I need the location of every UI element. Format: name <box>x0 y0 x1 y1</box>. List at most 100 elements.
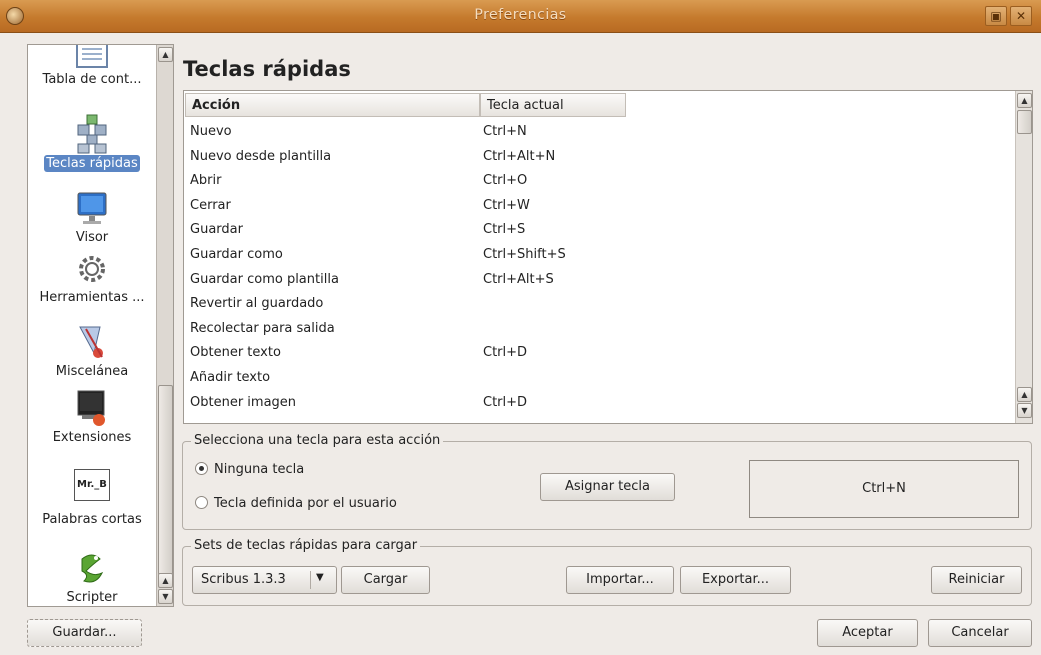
sidebar-item-scripter[interactable]: Scripter <box>28 549 156 606</box>
group-legend: Selecciona una tecla para esta acción <box>191 433 444 448</box>
window-title: Preferencias <box>474 7 567 23</box>
extensions-icon <box>77 390 105 426</box>
sidebar-item-extensions[interactable]: Extensiones <box>28 387 156 446</box>
preferences-sidebar: Tabla de cont... Teclas rápidas Visor He… <box>27 44 174 607</box>
scroll-up-arrow-icon[interactable]: ▲ <box>158 573 173 588</box>
tools-gear-icon <box>79 256 105 282</box>
close-button[interactable]: ✕ <box>1010 6 1032 26</box>
column-header-action[interactable]: Acción <box>185 93 480 117</box>
scroll-down-arrow-icon[interactable]: ▼ <box>158 589 173 604</box>
radio-label: Tecla definida por el usuario <box>214 496 397 511</box>
sidebar-item-label: Herramientas ... <box>39 290 145 305</box>
cancel-button[interactable]: Cancelar <box>928 619 1032 647</box>
shortcut-set-select[interactable]: Scribus 1.3.3 ▼ <box>192 566 337 594</box>
sidebar-scrollbar[interactable]: ▲ ▲ ▼ <box>156 45 173 606</box>
radio-button-unchecked[interactable] <box>195 496 208 509</box>
table-header: Acción Tecla actual <box>184 91 1015 118</box>
sidebar-item-label: Miscelánea <box>55 364 129 379</box>
sidebar-item-label: Palabras cortas <box>42 512 142 527</box>
sidebar-item-display[interactable]: Visor <box>28 189 156 246</box>
import-button[interactable]: Importar... <box>566 566 674 594</box>
action-cell: Guardar como <box>190 246 283 262</box>
export-button[interactable]: Exportar... <box>680 566 791 594</box>
radio-user-defined-key[interactable]: Tecla definida por el usuario <box>195 496 397 511</box>
key-cell: Ctrl+Alt+S <box>483 271 554 287</box>
key-cell: Ctrl+D <box>483 345 528 361</box>
miscellaneous-icon <box>79 326 103 358</box>
maximize-button[interactable]: ▣ <box>985 6 1007 26</box>
table-scrollbar[interactable]: ▲ ▲ ▼ <box>1015 91 1032 423</box>
table-row[interactable]: Cerrar Ctrl+W <box>184 194 1015 219</box>
action-cell: Guardar como plantilla <box>190 271 339 287</box>
action-cell: Nuevo <box>190 124 232 139</box>
sidebar-item-tools[interactable]: Herramientas ... <box>28 249 156 306</box>
current-key-display[interactable]: Ctrl+N <box>749 460 1019 518</box>
sidebar-item-label: Tabla de cont... <box>42 72 142 87</box>
sidebar-item-table-of-contents[interactable]: Tabla de cont... <box>28 45 156 88</box>
action-cell: Obtener texto <box>190 345 281 361</box>
action-cell: Revertir al guardado <box>190 296 324 312</box>
group-legend: Sets de teclas rápidas para cargar <box>191 538 421 553</box>
save-button[interactable]: Guardar... <box>27 619 142 647</box>
reset-button[interactable]: Reiniciar <box>931 566 1022 594</box>
table-row[interactable]: Abrir Ctrl+O <box>184 169 1015 194</box>
load-button[interactable]: Cargar <box>341 566 430 594</box>
scroll-up-arrow-icon[interactable]: ▲ <box>158 47 173 62</box>
keyboard-shortcuts-icon <box>77 114 107 154</box>
key-cell: Ctrl+O <box>483 173 528 189</box>
table-row[interactable]: Añadir texto <box>184 366 1015 391</box>
key-cell: Ctrl+D <box>483 394 528 410</box>
key-cell: Ctrl+S <box>483 222 526 238</box>
accept-button[interactable]: Aceptar <box>817 619 918 647</box>
key-cell: Ctrl+N <box>483 124 527 139</box>
table-row[interactable]: Revertir al guardado <box>184 292 1015 317</box>
divider <box>310 571 311 589</box>
chevron-down-icon: ▼ <box>316 572 324 583</box>
table-row[interactable]: Obtener imagen Ctrl+D <box>184 391 1015 416</box>
table-row[interactable]: Recolectar para salida <box>184 317 1015 342</box>
sidebar-item-label: Visor <box>75 230 109 245</box>
table-row[interactable]: Guardar como plantilla Ctrl+Alt+S <box>184 268 1015 293</box>
scroll-down-arrow-icon[interactable]: ▼ <box>1017 403 1032 418</box>
table-row[interactable]: Nuevo Ctrl+N <box>184 120 1015 145</box>
key-cell: Ctrl+Alt+N <box>483 148 556 164</box>
radio-no-key[interactable]: Ninguna tecla <box>195 462 304 477</box>
sidebar-item-label: Extensiones <box>52 430 132 445</box>
sidebar-item-label: Scripter <box>66 590 118 605</box>
sidebar-item-label: Teclas rápidas <box>44 155 140 172</box>
table-body: Nuevo Ctrl+N Nuevo desde plantilla Ctrl+Al… <box>184 120 1015 415</box>
sidebar-item-keyboard-shortcuts[interactable]: Teclas rápidas <box>28 113 156 172</box>
scroll-up-arrow-icon[interactable]: ▲ <box>1017 93 1032 108</box>
sidebar-scroll-thumb[interactable] <box>158 385 173 575</box>
action-cell: Abrir <box>190 173 222 189</box>
action-cell: Obtener imagen <box>190 394 297 410</box>
select-value: Scribus 1.3.3 <box>201 572 286 587</box>
sidebar-item-miscellaneous[interactable]: Miscelánea <box>28 323 156 380</box>
action-cell: Recolectar para salida <box>190 320 335 336</box>
shortcuts-table[interactable]: Acción Tecla actual Nuevo Ctrl+N Nuevo de… <box>183 90 1033 424</box>
python-scripter-icon <box>81 554 104 583</box>
table-row[interactable]: Guardar Ctrl+S <box>184 218 1015 243</box>
key-cell: Ctrl+W <box>483 197 530 213</box>
action-cell: Nuevo desde plantilla <box>190 148 332 164</box>
sidebar-item-short-words[interactable]: Mr._B Palabras cortas <box>28 469 156 528</box>
radio-button-checked[interactable] <box>195 462 208 475</box>
action-cell: Guardar <box>190 222 243 238</box>
assign-key-button[interactable]: Asignar tecla <box>540 473 675 501</box>
page-title: Teclas rápidas <box>183 57 351 81</box>
column-header-current-key[interactable]: Tecla actual <box>480 93 626 117</box>
table-of-contents-icon <box>76 45 108 68</box>
key-cell: Ctrl+Shift+S <box>483 246 566 262</box>
table-row[interactable]: Nuevo desde plantilla Ctrl+Alt+N <box>184 145 1015 170</box>
title-bar[interactable]: Preferencias ▣ ✕ <box>0 0 1041 33</box>
sidebar-list: Tabla de cont... Teclas rápidas Visor He… <box>28 45 156 606</box>
action-cell: Cerrar <box>190 197 231 213</box>
short-words-icon: Mr._B <box>74 469 110 501</box>
table-scroll-thumb[interactable] <box>1017 110 1032 134</box>
scroll-up-arrow-icon[interactable]: ▲ <box>1017 387 1032 402</box>
radio-label: Ninguna tecla <box>214 462 305 477</box>
table-row[interactable]: Obtener texto Ctrl+D <box>184 341 1015 366</box>
display-monitor-icon <box>77 192 107 224</box>
action-cell: Añadir texto <box>190 369 271 385</box>
table-row[interactable]: Guardar como Ctrl+Shift+S <box>184 243 1015 268</box>
